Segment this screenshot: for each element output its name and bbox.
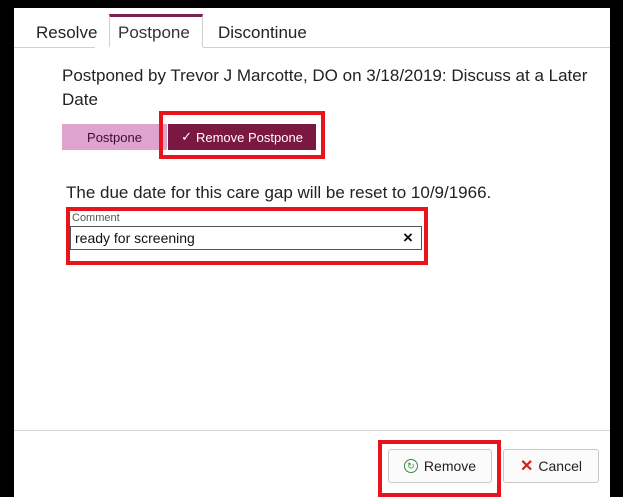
tab-postpone[interactable]: Postpone [118,23,190,43]
clear-icon[interactable]: × [403,228,413,248]
remove-button[interactable]: ↻ Remove [388,449,492,483]
remove-icon: ↻ [403,459,418,473]
remove-button-label: Remove [423,458,477,474]
tab-divider [203,47,610,48]
care-gap-dialog: Resolve Postpone Discontinue Postponed b… [14,8,610,497]
tab-divider [14,47,95,48]
postpone-info-text: Postponed by Trevor J Marcotte, DO on 3/… [62,66,588,109]
cancel-button[interactable]: ✕ Cancel [503,449,599,483]
postpone-button[interactable]: Postpone [62,124,167,150]
comment-label: Comment [72,212,120,224]
tab-discontinue[interactable]: Discontinue [218,23,307,43]
footer-divider [14,430,610,431]
remove-postpone-label: Remove Postpone [195,129,303,145]
check-icon: ✓ [181,129,192,144]
due-date-message: The due date for this care gap will be r… [66,183,492,202]
cancel-button-label: Cancel [538,458,582,474]
tab-bar: Resolve Postpone Discontinue [14,8,610,48]
comment-field[interactable] [70,226,422,250]
cancel-icon: ✕ [520,458,534,475]
tab-resolve[interactable]: Resolve [36,23,97,43]
remove-postpone-button[interactable]: ✓ Remove Postpone [168,124,316,150]
postpone-button-label: Postpone [87,129,142,145]
